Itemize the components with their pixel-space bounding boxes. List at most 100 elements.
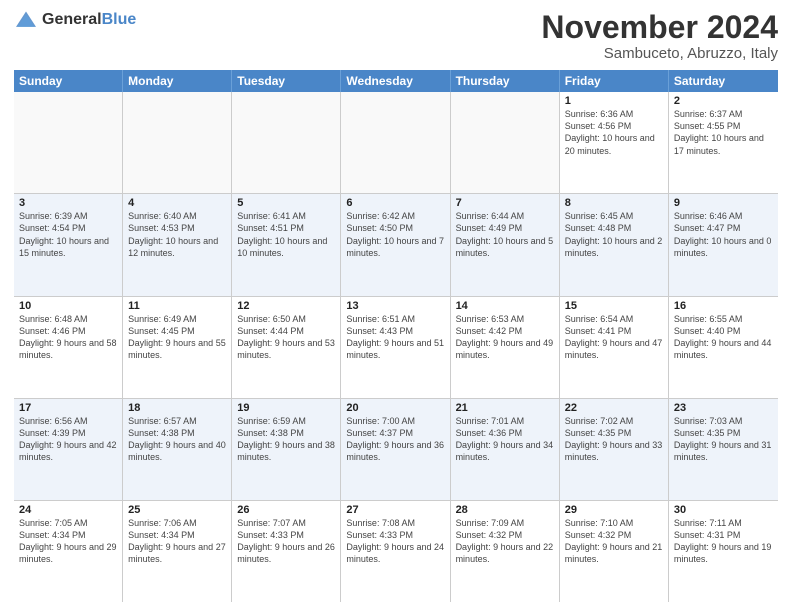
calendar-cell xyxy=(123,92,232,193)
day-number: 3 xyxy=(19,197,117,209)
calendar-cell: 4Sunrise: 6:40 AMSunset: 4:53 PMDaylight… xyxy=(123,194,232,295)
calendar-cell: 20Sunrise: 7:00 AMSunset: 4:37 PMDayligh… xyxy=(341,399,450,500)
day-info: Sunrise: 7:10 AMSunset: 4:32 PMDaylight:… xyxy=(565,517,663,566)
day-number: 6 xyxy=(346,197,444,209)
location: Sambuceto, Abruzzo, Italy xyxy=(541,45,778,62)
calendar-cell: 27Sunrise: 7:08 AMSunset: 4:33 PMDayligh… xyxy=(341,501,450,602)
day-number: 23 xyxy=(674,402,773,414)
logo: GeneralBlue xyxy=(14,10,136,30)
calendar-cell: 9Sunrise: 6:46 AMSunset: 4:47 PMDaylight… xyxy=(669,194,778,295)
day-number: 26 xyxy=(237,504,335,516)
day-number: 4 xyxy=(128,197,226,209)
day-info: Sunrise: 6:46 AMSunset: 4:47 PMDaylight:… xyxy=(674,210,773,259)
calendar-cell: 25Sunrise: 7:06 AMSunset: 4:34 PMDayligh… xyxy=(123,501,232,602)
day-number: 22 xyxy=(565,402,663,414)
day-number: 27 xyxy=(346,504,444,516)
day-info: Sunrise: 7:05 AMSunset: 4:34 PMDaylight:… xyxy=(19,517,117,566)
day-number: 2 xyxy=(674,95,773,107)
day-info: Sunrise: 7:08 AMSunset: 4:33 PMDaylight:… xyxy=(346,517,444,566)
day-number: 29 xyxy=(565,504,663,516)
day-info: Sunrise: 6:49 AMSunset: 4:45 PMDaylight:… xyxy=(128,313,226,362)
calendar-week-row: 3Sunrise: 6:39 AMSunset: 4:54 PMDaylight… xyxy=(14,194,778,296)
calendar-header-cell: Thursday xyxy=(451,70,560,92)
day-number: 28 xyxy=(456,504,554,516)
calendar-body: 1Sunrise: 6:36 AMSunset: 4:56 PMDaylight… xyxy=(14,92,778,602)
day-info: Sunrise: 6:59 AMSunset: 4:38 PMDaylight:… xyxy=(237,415,335,464)
title-block: November 2024 Sambuceto, Abruzzo, Italy xyxy=(541,10,778,62)
day-number: 5 xyxy=(237,197,335,209)
day-info: Sunrise: 6:51 AMSunset: 4:43 PMDaylight:… xyxy=(346,313,444,362)
calendar-cell: 24Sunrise: 7:05 AMSunset: 4:34 PMDayligh… xyxy=(14,501,123,602)
day-number: 8 xyxy=(565,197,663,209)
day-info: Sunrise: 7:00 AMSunset: 4:37 PMDaylight:… xyxy=(346,415,444,464)
day-number: 13 xyxy=(346,300,444,312)
day-info: Sunrise: 7:09 AMSunset: 4:32 PMDaylight:… xyxy=(456,517,554,566)
calendar-cell: 28Sunrise: 7:09 AMSunset: 4:32 PMDayligh… xyxy=(451,501,560,602)
calendar-header-cell: Wednesday xyxy=(341,70,450,92)
header: GeneralBlue November 2024 Sambuceto, Abr… xyxy=(14,10,778,62)
day-number: 10 xyxy=(19,300,117,312)
day-number: 19 xyxy=(237,402,335,414)
day-info: Sunrise: 7:11 AMSunset: 4:31 PMDaylight:… xyxy=(674,517,773,566)
day-info: Sunrise: 6:57 AMSunset: 4:38 PMDaylight:… xyxy=(128,415,226,464)
day-number: 25 xyxy=(128,504,226,516)
calendar-cell: 8Sunrise: 6:45 AMSunset: 4:48 PMDaylight… xyxy=(560,194,669,295)
calendar-header-cell: Saturday xyxy=(669,70,778,92)
day-info: Sunrise: 6:42 AMSunset: 4:50 PMDaylight:… xyxy=(346,210,444,259)
day-info: Sunrise: 6:44 AMSunset: 4:49 PMDaylight:… xyxy=(456,210,554,259)
calendar-cell: 2Sunrise: 6:37 AMSunset: 4:55 PMDaylight… xyxy=(669,92,778,193)
day-number: 18 xyxy=(128,402,226,414)
day-number: 17 xyxy=(19,402,117,414)
calendar-cell: 10Sunrise: 6:48 AMSunset: 4:46 PMDayligh… xyxy=(14,297,123,398)
calendar-cell: 21Sunrise: 7:01 AMSunset: 4:36 PMDayligh… xyxy=(451,399,560,500)
calendar-cell: 18Sunrise: 6:57 AMSunset: 4:38 PMDayligh… xyxy=(123,399,232,500)
calendar-cell xyxy=(451,92,560,193)
day-number: 7 xyxy=(456,197,554,209)
calendar-cell: 30Sunrise: 7:11 AMSunset: 4:31 PMDayligh… xyxy=(669,501,778,602)
calendar-week-row: 17Sunrise: 6:56 AMSunset: 4:39 PMDayligh… xyxy=(14,399,778,501)
calendar-cell: 1Sunrise: 6:36 AMSunset: 4:56 PMDaylight… xyxy=(560,92,669,193)
day-info: Sunrise: 6:56 AMSunset: 4:39 PMDaylight:… xyxy=(19,415,117,464)
day-info: Sunrise: 6:40 AMSunset: 4:53 PMDaylight:… xyxy=(128,210,226,259)
calendar-cell: 5Sunrise: 6:41 AMSunset: 4:51 PMDaylight… xyxy=(232,194,341,295)
logo-text: GeneralBlue xyxy=(42,11,136,29)
calendar-week-row: 1Sunrise: 6:36 AMSunset: 4:56 PMDaylight… xyxy=(14,92,778,194)
calendar-week-row: 10Sunrise: 6:48 AMSunset: 4:46 PMDayligh… xyxy=(14,297,778,399)
day-info: Sunrise: 7:03 AMSunset: 4:35 PMDaylight:… xyxy=(674,415,773,464)
day-number: 24 xyxy=(19,504,117,516)
calendar-cell: 13Sunrise: 6:51 AMSunset: 4:43 PMDayligh… xyxy=(341,297,450,398)
calendar-cell: 16Sunrise: 6:55 AMSunset: 4:40 PMDayligh… xyxy=(669,297,778,398)
calendar-cell xyxy=(341,92,450,193)
calendar-header: SundayMondayTuesdayWednesdayThursdayFrid… xyxy=(14,70,778,92)
day-number: 15 xyxy=(565,300,663,312)
month-title: November 2024 xyxy=(541,10,778,45)
calendar-cell: 22Sunrise: 7:02 AMSunset: 4:35 PMDayligh… xyxy=(560,399,669,500)
day-number: 9 xyxy=(674,197,773,209)
calendar-cell: 12Sunrise: 6:50 AMSunset: 4:44 PMDayligh… xyxy=(232,297,341,398)
page: GeneralBlue November 2024 Sambuceto, Abr… xyxy=(0,0,792,612)
day-info: Sunrise: 6:50 AMSunset: 4:44 PMDaylight:… xyxy=(237,313,335,362)
calendar-cell: 14Sunrise: 6:53 AMSunset: 4:42 PMDayligh… xyxy=(451,297,560,398)
calendar-cell: 15Sunrise: 6:54 AMSunset: 4:41 PMDayligh… xyxy=(560,297,669,398)
calendar-cell: 11Sunrise: 6:49 AMSunset: 4:45 PMDayligh… xyxy=(123,297,232,398)
calendar-cell: 17Sunrise: 6:56 AMSunset: 4:39 PMDayligh… xyxy=(14,399,123,500)
day-info: Sunrise: 6:53 AMSunset: 4:42 PMDaylight:… xyxy=(456,313,554,362)
calendar-cell xyxy=(14,92,123,193)
day-number: 1 xyxy=(565,95,663,107)
day-info: Sunrise: 6:54 AMSunset: 4:41 PMDaylight:… xyxy=(565,313,663,362)
calendar-week-row: 24Sunrise: 7:05 AMSunset: 4:34 PMDayligh… xyxy=(14,501,778,602)
calendar-cell: 7Sunrise: 6:44 AMSunset: 4:49 PMDaylight… xyxy=(451,194,560,295)
calendar-cell: 26Sunrise: 7:07 AMSunset: 4:33 PMDayligh… xyxy=(232,501,341,602)
calendar-cell xyxy=(232,92,341,193)
calendar-header-cell: Tuesday xyxy=(232,70,341,92)
day-info: Sunrise: 6:45 AMSunset: 4:48 PMDaylight:… xyxy=(565,210,663,259)
day-info: Sunrise: 7:02 AMSunset: 4:35 PMDaylight:… xyxy=(565,415,663,464)
day-info: Sunrise: 6:48 AMSunset: 4:46 PMDaylight:… xyxy=(19,313,117,362)
calendar-header-cell: Sunday xyxy=(14,70,123,92)
day-number: 11 xyxy=(128,300,226,312)
day-number: 20 xyxy=(346,402,444,414)
logo-icon xyxy=(14,10,38,30)
day-info: Sunrise: 6:36 AMSunset: 4:56 PMDaylight:… xyxy=(565,108,663,157)
calendar-cell: 6Sunrise: 6:42 AMSunset: 4:50 PMDaylight… xyxy=(341,194,450,295)
calendar-cell: 19Sunrise: 6:59 AMSunset: 4:38 PMDayligh… xyxy=(232,399,341,500)
